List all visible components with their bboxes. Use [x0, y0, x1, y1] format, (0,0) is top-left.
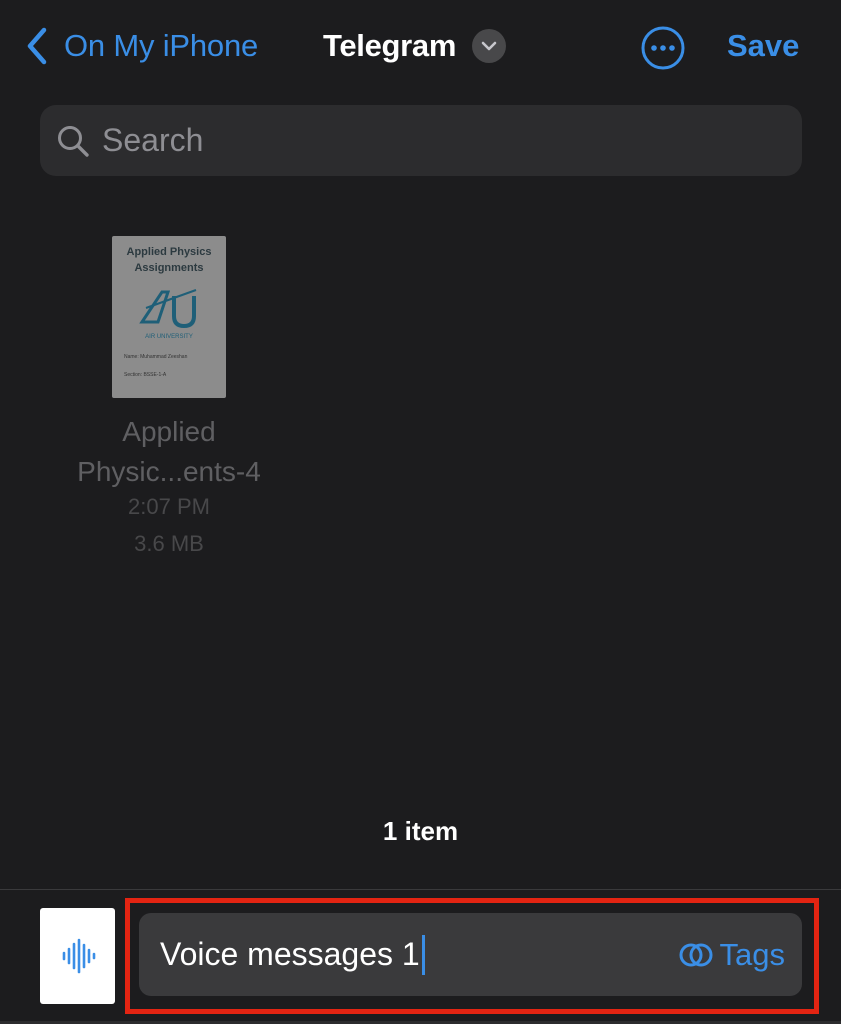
search-input[interactable]: [102, 122, 762, 159]
file-thumbnail[interactable]: Applied Physics Assignments AIR UNIVERSI…: [112, 236, 226, 398]
file-name-input[interactable]: Voice messages 1: [160, 936, 420, 973]
file-name-field[interactable]: Voice messages 1 Tags: [139, 913, 802, 996]
page-title[interactable]: Telegram: [323, 28, 456, 64]
navigation-bar: On My iPhone Telegram Save: [0, 0, 841, 100]
save-bar: Voice messages 1 Tags: [0, 890, 841, 1024]
chevron-down-icon[interactable]: [472, 29, 507, 63]
waveform-icon: [62, 938, 95, 974]
ellipsis-circle-icon[interactable]: [641, 26, 685, 70]
file-time: 2:07 PM: [128, 494, 210, 519]
audio-file-thumbnail: [40, 908, 115, 1004]
file-size: 3.6 MB: [134, 531, 204, 556]
item-count: 1 item: [382, 816, 459, 846]
tags-button[interactable]: Tags: [678, 937, 785, 973]
text-cursor: [421, 934, 425, 975]
search-icon: [58, 125, 89, 157]
tags-label[interactable]: Tags: [720, 937, 785, 973]
file-name: Applied Physic...ents-4: [77, 416, 261, 487]
search-bar[interactable]: [40, 105, 802, 176]
thumbnail-name-line: Name: Muhammad Zeeshan: [124, 354, 188, 360]
university-label: AIR UNIVERSITY: [145, 334, 193, 340]
back-label[interactable]: On My iPhone: [64, 28, 258, 64]
back-button[interactable]: On My iPhone: [24, 26, 258, 66]
thumbnail-section-line: Section: BSSE-1-A: [124, 372, 167, 378]
chevron-left-icon: [27, 27, 47, 65]
tags-icon: [679, 943, 713, 967]
thumbnail-title: Applied Physics Assignments: [126, 246, 212, 274]
save-button[interactable]: Save: [727, 28, 799, 64]
files-save-dialog: On My iPhone Telegram Save Appl: [0, 0, 841, 1024]
folder-title-menu[interactable]: Telegram: [323, 28, 507, 64]
university-logo: AIR UNIVERSITY: [139, 289, 197, 340]
